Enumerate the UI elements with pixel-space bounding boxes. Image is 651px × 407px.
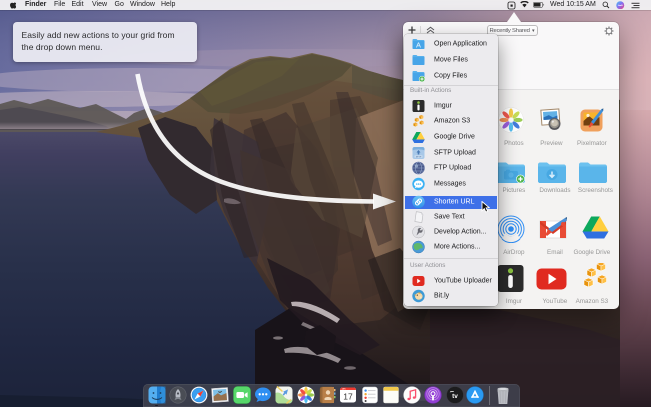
svg-text:17: 17 [343,392,353,402]
svg-text:JAN: JAN [342,388,346,391]
svg-text:SFTP: SFTP [415,156,421,158]
svg-text:tv: tv [452,393,458,400]
